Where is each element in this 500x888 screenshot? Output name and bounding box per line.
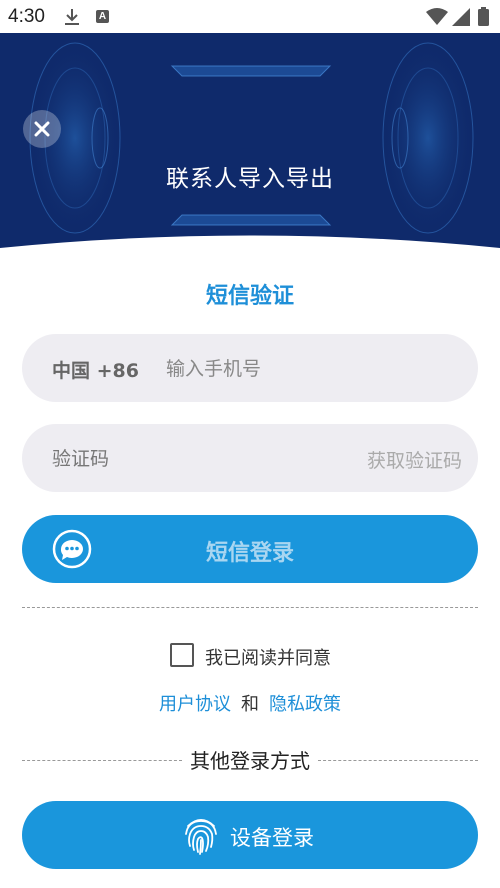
- code-field: 获取验证码: [22, 424, 478, 492]
- header-background: [0, 33, 500, 248]
- download-icon: [65, 9, 79, 25]
- fingerprint-icon: [185, 819, 217, 855]
- close-icon: [34, 121, 50, 137]
- sms-login-label: 短信登录: [205, 541, 294, 566]
- battery-icon: [478, 7, 489, 26]
- get-code-button[interactable]: 获取验证码: [367, 446, 462, 473]
- a-badge-icon: A: [96, 10, 109, 23]
- phone-input[interactable]: [164, 350, 458, 388]
- verification-code-input[interactable]: [50, 440, 314, 478]
- signal-icon: [452, 8, 470, 26]
- status-time: 4:30: [8, 6, 45, 27]
- country-code-selector[interactable]: 中国 +86: [52, 356, 139, 383]
- agreement-label: 我已阅读并同意: [205, 648, 331, 669]
- agreement-checkbox[interactable]: [170, 643, 194, 667]
- header-banner: 联系人导入导出: [0, 33, 500, 248]
- and-text: 和: [241, 694, 259, 715]
- privacy-policy-link[interactable]: 隐私政策: [269, 694, 341, 715]
- user-agreement-link[interactable]: 用户协议: [159, 694, 231, 715]
- divider-right: [318, 760, 478, 761]
- device-login-label: 设备登录: [230, 826, 314, 850]
- phone-field: 中国 +86: [22, 334, 478, 402]
- close-button[interactable]: [23, 110, 61, 148]
- page-title: 联系人导入导出: [166, 166, 334, 192]
- divider: [22, 607, 478, 608]
- status-bar: 4:30 A: [0, 0, 500, 33]
- sms-login-button[interactable]: 短信登录: [22, 515, 478, 583]
- sms-verification-title: 短信验证: [205, 284, 294, 309]
- device-login-button[interactable]: 设备登录: [22, 801, 478, 869]
- policy-links: 用户协议和隐私政策: [0, 690, 500, 716]
- wifi-icon: [426, 8, 448, 25]
